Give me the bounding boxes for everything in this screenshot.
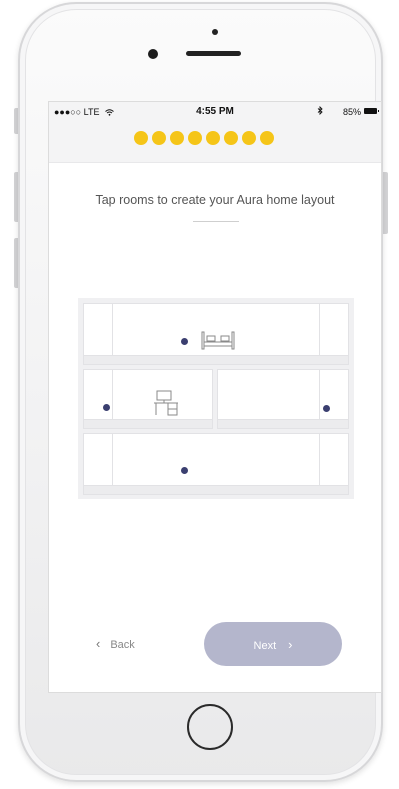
room-marker <box>181 338 188 345</box>
room-top-floor[interactable] <box>83 303 349 365</box>
back-label: Back <box>110 639 135 651</box>
chevron-left-icon: ‹ <box>96 636 101 651</box>
desk-icon <box>154 390 178 416</box>
progress-dot <box>224 131 238 145</box>
room-bottom-floor[interactable] <box>83 433 349 495</box>
front-camera <box>148 49 158 59</box>
progress-dot <box>134 131 148 145</box>
status-bar: ●●●○○ LTE 4:55 PM 85% <box>49 102 381 122</box>
power-button <box>383 172 388 234</box>
progress-dot <box>188 131 202 145</box>
battery-percent: 85% <box>342 107 361 117</box>
room-marker <box>181 467 188 474</box>
room-middle-right[interactable] <box>217 369 349 429</box>
back-button[interactable]: ‹ Back <box>96 636 135 651</box>
battery-icon <box>364 108 379 114</box>
room-marker <box>103 404 110 411</box>
proximity-sensor <box>212 29 218 35</box>
progress-dot <box>242 131 256 145</box>
next-label: Next <box>253 639 277 652</box>
progress-dot <box>260 131 274 145</box>
progress-dot <box>170 131 184 145</box>
room-marker <box>323 405 330 412</box>
home-button[interactable] <box>187 704 233 750</box>
screen: ●●●○○ LTE 4:55 PM 85% Tap rooms to creat… <box>48 101 382 693</box>
progress-dots <box>134 131 274 145</box>
title-divider <box>193 221 239 222</box>
status-time: 4:55 PM <box>196 106 234 117</box>
bluetooth-icon <box>317 105 323 117</box>
header-bar: ●●●○○ LTE 4:55 PM 85% <box>49 102 381 163</box>
chevron-right-icon: › <box>288 636 293 652</box>
progress-dot <box>206 131 220 145</box>
room-middle-left[interactable] <box>83 369 213 429</box>
bed-icon <box>201 331 235 350</box>
progress-dot <box>152 131 166 145</box>
next-button[interactable]: Next › <box>204 622 342 666</box>
page-title: Tap rooms to create your Aura home layou… <box>95 193 335 207</box>
earpiece-speaker <box>186 51 241 56</box>
house-layout <box>78 298 354 499</box>
